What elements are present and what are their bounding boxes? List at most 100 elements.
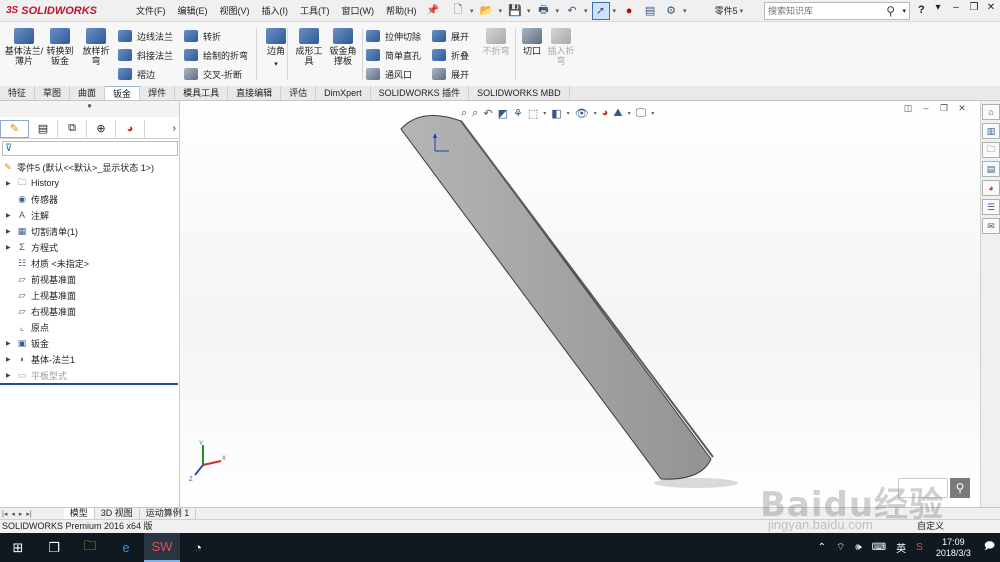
vent-button[interactable]: 通风口: [366, 65, 412, 83]
expand-arrow-icon[interactable]: ▶: [6, 212, 14, 219]
tray-overflow-icon[interactable]: ⌃: [818, 542, 826, 553]
edge-browser-icon[interactable]: e: [108, 533, 144, 562]
task-view-icon[interactable]: ❐: [36, 533, 72, 562]
open-caret-icon[interactable]: ▾: [498, 7, 502, 15]
app-taskbar-icon[interactable]: ◔: [180, 533, 216, 562]
tab-surfaces[interactable]: 曲面: [70, 86, 106, 100]
simple-hole-button[interactable]: 简单直孔: [366, 46, 421, 64]
expand-arrow-icon[interactable]: ▶: [6, 228, 14, 235]
select-caret-icon[interactable]: ▾: [613, 7, 617, 15]
dimxpert-manager-tab-icon[interactable]: ⊕: [87, 119, 116, 138]
extruded-cut-button[interactable]: 拉伸切除: [366, 27, 421, 45]
tab-features[interactable]: 特征: [0, 86, 36, 100]
expand-arrow-icon[interactable]: ▶: [6, 244, 14, 251]
pin-menu-icon[interactable]: 📌: [427, 5, 439, 16]
knowledge-search[interactable]: ⚲ ▾: [764, 2, 910, 20]
tab-motion-study[interactable]: 运动算例 1: [140, 508, 197, 519]
no-bends-button[interactable]: 不折弯: [476, 28, 516, 56]
file-properties-icon[interactable]: ▤: [641, 2, 659, 20]
expand-arrow-icon[interactable]: ▶: [6, 340, 14, 347]
expand-arrow-icon[interactable]: ▶: [6, 180, 14, 187]
sketched-bend-button[interactable]: 绘制的折弯: [184, 46, 248, 64]
tab-sketch[interactable]: 草图: [35, 86, 71, 100]
print-caret-icon[interactable]: ▾: [556, 7, 560, 15]
menu-file[interactable]: 文件(F): [130, 0, 172, 22]
panel-grip[interactable]: ●: [0, 101, 179, 117]
windows-start-icon[interactable]: ⊞: [0, 533, 36, 562]
tree-item-sheet-metal[interactable]: ▶ ▣ 钣金: [0, 335, 180, 351]
undo-icon[interactable]: ↶: [563, 2, 581, 20]
part-face[interactable]: [400, 115, 712, 480]
close-icon[interactable]: ✕: [983, 2, 999, 13]
sheet-metal-gusset-button[interactable]: 钣金角 撑板: [323, 28, 363, 66]
solidworks-taskbar-icon[interactable]: SW: [144, 533, 180, 562]
sheet-metal-part-model[interactable]: [181, 101, 980, 507]
hem-button[interactable]: 褶边: [118, 65, 155, 83]
tab-prev-icon[interactable]: ◂: [9, 510, 17, 518]
lofted-bend-button[interactable]: 放样折 弯: [76, 28, 116, 66]
custom-properties-icon[interactable]: ☰: [982, 199, 1000, 215]
expand-arrow-icon[interactable]: ▶: [6, 356, 14, 363]
graphics-area[interactable]: ⌕ ⌕ ↶ ◩ ⚘ ⬚▾ ◧▾ 👁▾ ◕ ⛰▾ 🖵▾ ◫ – ❐ ✕: [181, 101, 980, 507]
tree-item-base-flange[interactable]: ▶ ◗ 基体-法兰1: [0, 351, 180, 367]
tab-first-icon[interactable]: |◂: [0, 510, 9, 518]
tab-mbd[interactable]: SOLIDWORKS MBD: [469, 86, 570, 100]
tree-item-equations[interactable]: ▶ Σ 方程式: [0, 239, 180, 255]
menu-tools[interactable]: 工具(T): [294, 0, 336, 22]
feature-manager-tab-icon[interactable]: ✎: [0, 119, 29, 138]
tree-item-right-plane[interactable]: ▱ 右视基准面: [0, 303, 180, 319]
corners-caret-icon[interactable]: ▾: [274, 61, 278, 68]
tab-3d-views[interactable]: 3D 视图: [95, 508, 140, 519]
unfold-button[interactable]: 展开: [432, 27, 469, 45]
tab-model[interactable]: 模型: [63, 508, 95, 519]
tree-item-flat-pattern[interactable]: ▶ ▭ 平板型式: [0, 367, 180, 383]
forum-icon[interactable]: ✉: [982, 218, 1000, 234]
tab-weldments[interactable]: 焊件: [140, 86, 176, 100]
expand-arrow-icon[interactable]: ▶: [6, 372, 14, 379]
fold-button[interactable]: 折叠: [432, 46, 469, 64]
tab-last-icon[interactable]: ▸|: [24, 510, 33, 518]
menu-insert[interactable]: 插入(I): [256, 0, 295, 22]
options-caret-icon[interactable]: ▾: [683, 7, 687, 15]
reference-triad[interactable]: Y X Z: [187, 439, 227, 483]
taskbar-clock[interactable]: 17:09 2018/3/3: [936, 537, 971, 559]
search-input[interactable]: [768, 6, 878, 16]
save-icon[interactable]: 💾: [506, 2, 524, 20]
search-icon[interactable]: ⚲: [886, 4, 895, 18]
minimize-icon[interactable]: –: [948, 2, 964, 13]
appearances-icon[interactable]: ◕: [982, 180, 1000, 196]
menu-help[interactable]: 帮助(H): [380, 0, 423, 22]
tab-next-icon[interactable]: ▸: [17, 510, 25, 518]
tab-mold-tools[interactable]: 模具工具: [175, 86, 229, 100]
ime-mode-icon[interactable]: ⌨: [872, 542, 886, 553]
tab-dimxpert[interactable]: DimXpert: [316, 86, 371, 100]
solidworks-resources-icon[interactable]: ⌂: [982, 104, 1000, 120]
search-caret-icon[interactable]: ▾: [902, 7, 906, 15]
rebuild-traffic-light-icon[interactable]: ●: [620, 2, 638, 20]
tree-root-part[interactable]: ✎ 零件5 (默认<<默认>_显示状态 1>): [0, 159, 180, 175]
tree-item-cut-list[interactable]: ▶ ▦ 切割清单(1): [0, 223, 180, 239]
view-palette-icon[interactable]: ▤: [982, 161, 1000, 177]
save-caret-icon[interactable]: ▾: [527, 7, 531, 15]
file-explorer-icon[interactable]: 🗀: [982, 142, 1000, 158]
design-library-icon[interactable]: ▥: [982, 123, 1000, 139]
tree-item-annotations[interactable]: ▶ A 注解: [0, 207, 180, 223]
tree-item-history[interactable]: ▶ 🗀 History: [0, 175, 180, 191]
undo-caret-icon[interactable]: ▾: [584, 7, 588, 15]
action-center-icon[interactable]: 🗩: [984, 539, 995, 556]
property-manager-tab-icon[interactable]: ▤: [29, 119, 58, 138]
display-manager-tab-icon[interactable]: ◕: [116, 119, 145, 138]
new-caret-icon[interactable]: ▾: [470, 7, 474, 15]
volume-icon[interactable]: 🕪: [855, 542, 861, 553]
tree-item-sensors[interactable]: ◉ 传感器: [0, 191, 180, 207]
tab-direct-editing[interactable]: 直接编辑: [228, 86, 282, 100]
jog-button[interactable]: 转折: [184, 27, 221, 45]
menu-window[interactable]: 窗口(W): [336, 0, 381, 22]
open-folder-icon[interactable]: 📂: [477, 2, 495, 20]
tree-item-material[interactable]: ☷ 材质 <未指定>: [0, 255, 180, 271]
miter-flange-button[interactable]: 斜接法兰: [118, 46, 173, 64]
menu-view[interactable]: 视图(V): [214, 0, 256, 22]
options-gear-icon[interactable]: ⚙: [662, 2, 680, 20]
edge-flange-button[interactable]: 边线法兰: [118, 27, 173, 45]
tab-sheet-metal[interactable]: 钣金: [105, 86, 141, 100]
